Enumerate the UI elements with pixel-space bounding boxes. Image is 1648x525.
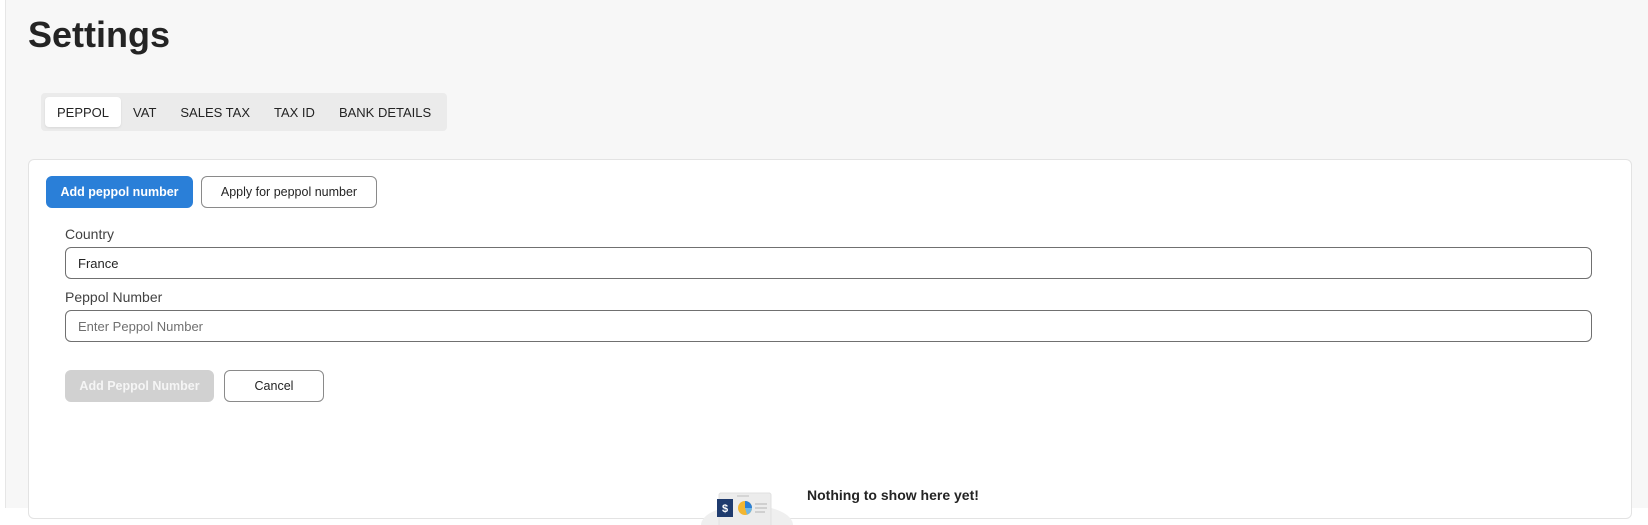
- cancel-button[interactable]: Cancel: [224, 370, 324, 402]
- peppol-number-input[interactable]: [78, 318, 1579, 334]
- tab-vat[interactable]: VAT: [121, 97, 168, 127]
- empty-state-message: Nothing to show here yet!: [807, 487, 979, 503]
- peppol-number-field[interactable]: [65, 310, 1592, 342]
- peppol-number-label: Peppol Number: [65, 289, 163, 305]
- tab-peppol[interactable]: PEPPOL: [45, 97, 122, 127]
- empty-state: $ Nothing to show here yet!: [699, 485, 999, 525]
- country-input[interactable]: [78, 255, 1579, 271]
- tab-bank-details[interactable]: BANK DETAILS: [327, 97, 443, 127]
- page-title: Settings: [28, 14, 171, 55]
- invoice-illustration-icon: $: [699, 485, 795, 525]
- submit-peppol-number-button[interactable]: Add Peppol Number: [65, 370, 214, 402]
- country-label: Country: [65, 226, 115, 242]
- country-field[interactable]: [65, 247, 1592, 279]
- tab-sales-tax[interactable]: SALES TAX: [168, 97, 262, 127]
- settings-tab-list: PEPPOL VAT SALES TAX TAX ID BANK DETAILS: [41, 93, 448, 131]
- peppol-panel: Add peppol number Apply for peppol numbe…: [28, 159, 1632, 525]
- apply-peppol-number-button[interactable]: Apply for peppol number: [201, 176, 377, 208]
- add-peppol-number-button[interactable]: Add peppol number: [46, 176, 193, 208]
- settings-page: Settings PEPPOL VAT SALES TAX TAX ID BAN…: [5, 0, 1648, 525]
- svg-text:$: $: [722, 503, 728, 515]
- tab-tax-id[interactable]: TAX ID: [262, 97, 327, 127]
